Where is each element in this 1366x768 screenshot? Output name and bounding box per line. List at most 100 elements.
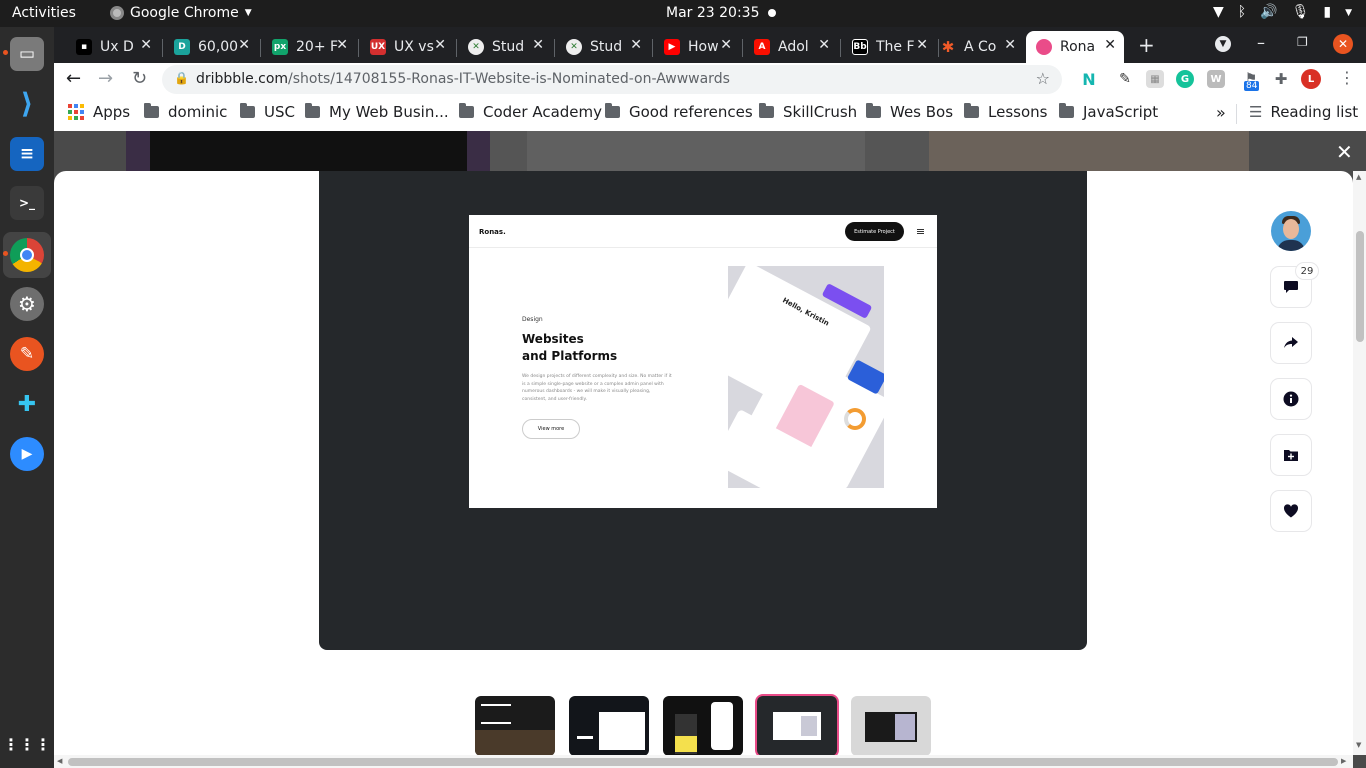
bookmark-folder[interactable]: Wes Bos	[866, 103, 953, 121]
scroll-down-icon[interactable]: ▼	[1356, 741, 1361, 749]
shot-thumbnail-2[interactable]	[569, 696, 649, 756]
close-tab-icon[interactable]: ✕	[238, 37, 250, 53]
extensions-menu-icon[interactable]: ✚	[1272, 70, 1290, 88]
scrollbar-thumb[interactable]	[68, 758, 1338, 766]
close-tab-icon[interactable]: ✕	[630, 37, 642, 53]
bookmark-folder[interactable]: My Web Busin...	[305, 103, 449, 121]
volume-icon: 🔊	[1260, 4, 1278, 20]
share-button[interactable]	[1271, 323, 1311, 363]
close-tab-icon[interactable]: ✕	[1104, 37, 1116, 53]
new-tab-button[interactable]: +	[1138, 33, 1155, 57]
bookmark-folder[interactable]: dominic	[144, 103, 227, 121]
tab-1[interactable]: ▪ Ux D ✕	[66, 31, 160, 63]
tab-8[interactable]: A Adol ✕	[744, 31, 838, 63]
kebab-menu-icon[interactable]: ⋮	[1339, 68, 1355, 87]
minimize-button[interactable]: –	[1257, 33, 1265, 52]
bookmark-star-icon[interactable]: ☆	[1036, 69, 1050, 88]
bookmark-folder[interactable]: Lessons	[964, 103, 1047, 121]
tab-10[interactable]: ✱ A Co ✕	[930, 31, 1024, 63]
close-window-button[interactable]: ✕	[1333, 34, 1353, 54]
tab-7[interactable]: ▶ How ✕	[654, 31, 740, 63]
info-button[interactable]	[1271, 379, 1311, 419]
close-tab-icon[interactable]: ✕	[434, 37, 446, 53]
maximize-button[interactable]: ❐	[1297, 35, 1308, 49]
shot-preview[interactable]: Ronas. Estimate Project Design Websites …	[469, 215, 937, 508]
scroll-right-icon[interactable]: ▶	[1341, 757, 1346, 765]
bookmark-folder[interactable]: JavaScript	[1059, 103, 1158, 121]
shot-thumbnail-1[interactable]	[475, 696, 555, 756]
scroll-left-icon[interactable]: ◀	[57, 757, 62, 765]
extension-w-icon[interactable]: W	[1207, 70, 1225, 88]
scroll-up-icon[interactable]: ▲	[1356, 173, 1361, 181]
tab-2[interactable]: D 60,00 ✕	[164, 31, 258, 63]
profile-avatar[interactable]: L	[1301, 69, 1321, 89]
chrome-icon[interactable]	[10, 238, 44, 272]
bookmark-folder[interactable]: SkillCrush	[759, 103, 857, 121]
grammarly-icon[interactable]: G	[1176, 70, 1194, 88]
back-button[interactable]: ←	[66, 68, 81, 89]
extension-n-icon[interactable]: N	[1080, 70, 1098, 89]
docs-icon[interactable]: ≡	[10, 137, 44, 171]
settings-icon[interactable]: ⚙	[10, 287, 44, 321]
slack-icon[interactable]: ✚	[10, 387, 44, 421]
tab-search-icon[interactable]: ▼	[1215, 36, 1231, 52]
close-tab-icon[interactable]: ✕	[916, 37, 928, 53]
tab-6[interactable]: ✕ Stud ✕	[556, 31, 650, 63]
avatar-face	[1283, 219, 1299, 239]
bookmarks-overflow-button[interactable]: »	[1216, 103, 1226, 122]
bookmark-folder[interactable]: Coder Academy	[459, 103, 602, 121]
show-apps-icon[interactable]: ⋮⋮⋮	[3, 727, 51, 761]
hamburger-icon	[917, 229, 924, 234]
extension-grey-icon[interactable]: ▦	[1146, 70, 1164, 88]
close-tab-icon[interactable]: ✕	[1004, 37, 1016, 53]
shot-thumbnail-3[interactable]	[663, 696, 743, 756]
close-tab-icon[interactable]: ✕	[140, 37, 152, 53]
tab-5[interactable]: ✕ Stud ✕	[458, 31, 552, 63]
tab-3[interactable]: px 20+ F ✕	[262, 31, 356, 63]
reload-button[interactable]: ↻	[132, 68, 147, 89]
forward-button[interactable]: →	[98, 68, 113, 89]
tab-title: Ux D	[100, 39, 134, 55]
add-to-collection-button[interactable]	[1271, 435, 1311, 475]
like-button[interactable]	[1271, 491, 1311, 531]
horizontal-scrollbar[interactable]: ◀ ▶	[54, 755, 1353, 768]
address-bar[interactable]: 🔒 dribbble.com/shots/14708155-Ronas-IT-W…	[162, 65, 1062, 94]
extension-badge: 84	[1244, 81, 1260, 91]
apps-shortcut[interactable]: Apps	[68, 103, 130, 121]
terminal-icon[interactable]: >_	[10, 186, 44, 220]
scrollbar-thumb[interactable]	[1356, 231, 1364, 342]
close-tab-icon[interactable]: ✕	[532, 37, 544, 53]
pen-icon[interactable]: ✎	[10, 337, 44, 371]
bookmark-folder[interactable]: Good references	[605, 103, 753, 121]
thumbnail-text-lines	[577, 736, 593, 739]
running-indicator	[3, 251, 8, 256]
vertical-scrollbar[interactable]: ▲ ▼	[1353, 171, 1366, 755]
background-shot-1-inner	[150, 131, 467, 171]
url-text: dribbble.com/shots/14708155-Ronas-IT-Web…	[196, 71, 730, 87]
extension-eyedropper-icon[interactable]: ✎	[1116, 70, 1134, 88]
zoom-icon[interactable]: ▶	[10, 437, 44, 471]
designer-avatar[interactable]	[1271, 211, 1311, 251]
clock[interactable]: Mar 23 20:35	[666, 5, 759, 21]
bookmark-folder[interactable]: USC	[240, 103, 295, 121]
system-tray[interactable]: ▼ ᛒ 🔊 🎙 ▮ ▼	[1213, 4, 1352, 22]
tab-4[interactable]: UX UX vs ✕	[360, 31, 454, 63]
app-menu[interactable]: Google Chrome ▼	[110, 5, 252, 21]
folder-icon	[144, 103, 159, 118]
tab-9[interactable]: Bb The F ✕	[842, 31, 936, 63]
close-tab-icon[interactable]: ✕	[720, 37, 732, 53]
shot-body-text: We design projects of different complexi…	[522, 374, 672, 402]
activities-button[interactable]: Activities	[12, 5, 76, 21]
close-tab-icon[interactable]: ✕	[818, 37, 830, 53]
close-modal-button[interactable]: ✕	[1336, 140, 1353, 164]
bookmark-label: SkillCrush	[783, 103, 858, 121]
navigation-bar: ← → ↻ 🔒 dribbble.com/shots/14708155-Rona…	[54, 63, 1366, 96]
files-icon[interactable]: ▭	[10, 37, 44, 71]
vscode-icon[interactable]: ⟩	[10, 86, 44, 120]
shot-thumbnail-5[interactable]	[851, 696, 931, 756]
url-path: /shots/14708155-Ronas-IT-Website-is-Nomi…	[288, 71, 730, 87]
shot-thumbnail-4-active[interactable]	[757, 696, 837, 756]
reading-list-button[interactable]: ☰ Reading list	[1249, 103, 1358, 121]
tab-11-active[interactable]: Rona ✕	[1026, 31, 1124, 63]
close-tab-icon[interactable]: ✕	[336, 37, 348, 53]
